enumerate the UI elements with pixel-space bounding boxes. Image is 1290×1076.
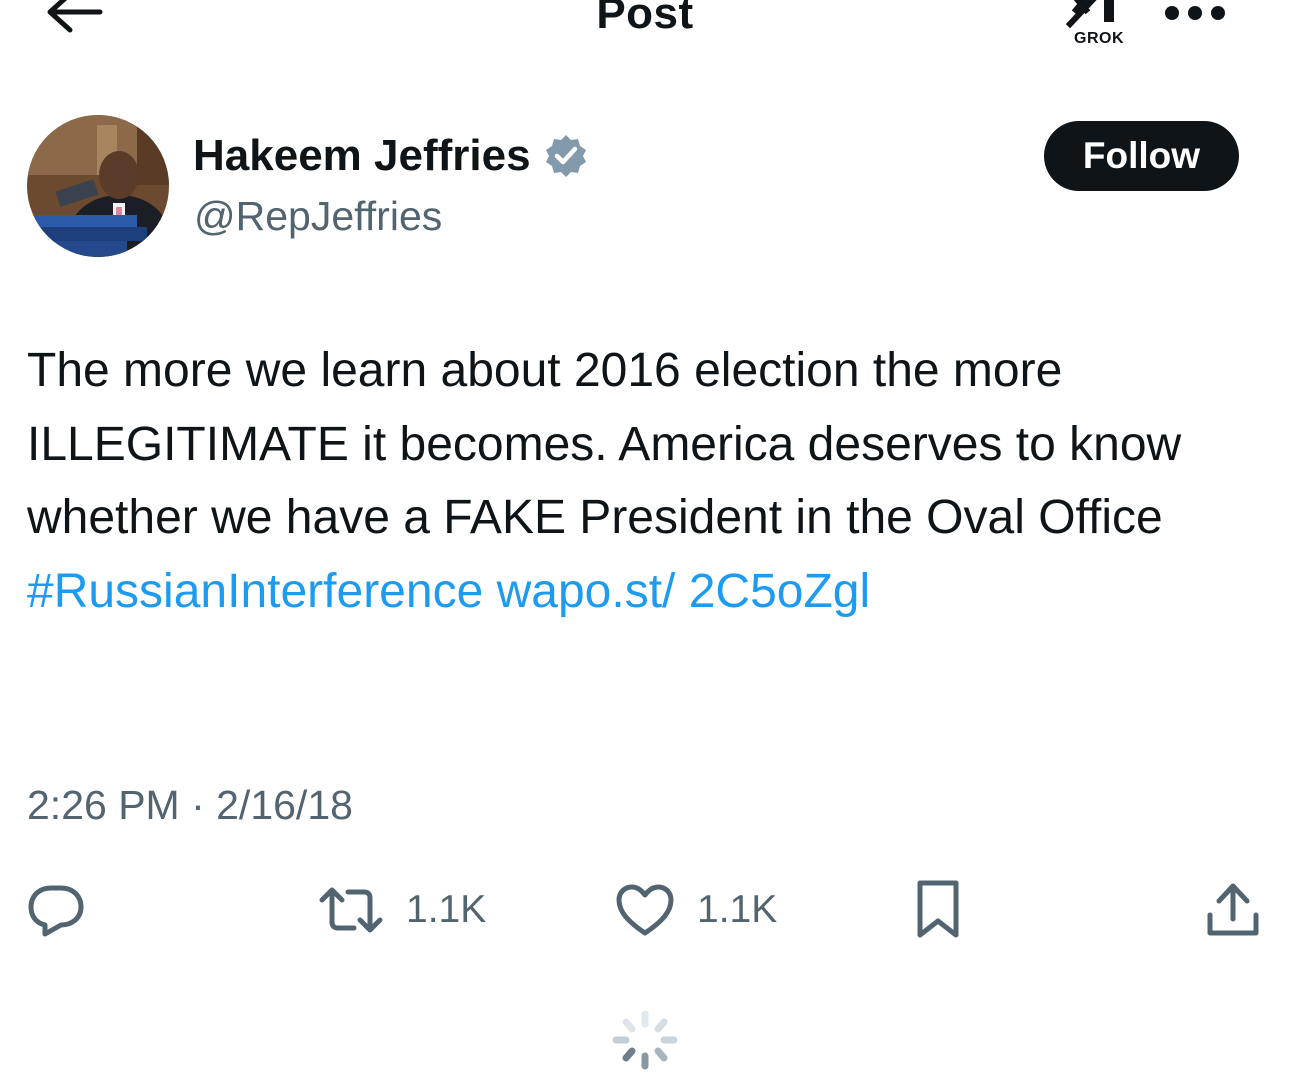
more-options-icon[interactable] <box>1162 2 1228 24</box>
share-button[interactable] <box>1206 880 1260 940</box>
grok-icon <box>1065 0 1114 29</box>
share-icon <box>1207 883 1259 936</box>
reply-icon <box>28 885 84 937</box>
bookmark-icon <box>917 880 959 938</box>
loading-spinner-icon <box>612 1010 678 1070</box>
verified-badge-icon <box>545 135 586 177</box>
like-count: 1.1K <box>697 888 778 931</box>
repost-icon <box>319 887 383 933</box>
hashtag-link[interactable]: #RussianInterference <box>27 565 483 618</box>
repost-button[interactable]: 1.1K <box>318 880 486 940</box>
avatar-image <box>27 115 169 257</box>
author-name-text: Hakeem Jeffries <box>193 131 531 180</box>
grok-label: GROK <box>1074 30 1124 47</box>
avatar[interactable] <box>27 115 169 257</box>
bookmark-button[interactable] <box>914 880 962 940</box>
post-body-text: The more we learn about 2016 election th… <box>27 344 1182 544</box>
grok-button[interactable]: GROK <box>1064 0 1134 52</box>
reply-button[interactable] <box>27 880 85 940</box>
like-button[interactable]: 1.1K <box>615 880 777 940</box>
url-link[interactable]: wapo.st/ 2C5oZgl <box>497 565 871 618</box>
author-handle[interactable]: @RepJeffries <box>194 188 442 244</box>
repost-count: 1.1K <box>406 888 487 931</box>
follow-button[interactable]: Follow <box>1044 121 1239 191</box>
post-text: The more we learn about 2016 election th… <box>27 334 1237 628</box>
post-timestamp[interactable]: 2:26 PM · 2/16/18 <box>27 777 353 833</box>
author-name[interactable]: Hakeem Jeffries <box>193 128 589 184</box>
heart-icon <box>616 884 674 936</box>
